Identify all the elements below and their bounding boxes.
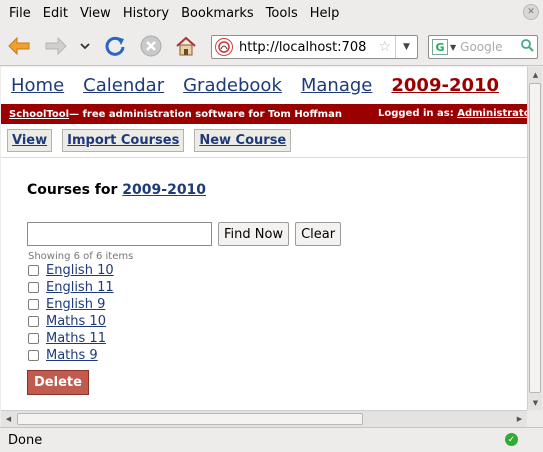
scroll-up-icon[interactable]: ▲ (528, 67, 543, 82)
course-checkbox[interactable] (28, 333, 39, 344)
vertical-scroll-thumb[interactable] (529, 83, 541, 393)
login-user-link[interactable]: Administrator (457, 108, 527, 119)
course-link[interactable]: English 9 (46, 297, 105, 312)
tab-new-course[interactable]: New Course (194, 129, 292, 152)
menu-view[interactable]: View (74, 6, 117, 21)
nav-gradebook[interactable]: Gradebook (183, 75, 282, 96)
header-banner: SchoolTool — free administration softwar… (1, 104, 527, 124)
course-link[interactable]: English 10 (46, 263, 114, 278)
nav-calendar[interactable]: Calendar (83, 75, 164, 96)
horizontal-scrollbar[interactable]: ◀ ▶ (1, 410, 527, 427)
url-dropdown-icon[interactable]: ▼ (395, 36, 417, 58)
results-count: Showing 6 of 6 items (28, 251, 134, 262)
course-checkbox[interactable] (28, 316, 39, 327)
menu-bar: File Edit View History Bookmarks Tools H… (0, 0, 543, 26)
course-link[interactable]: Maths 9 (46, 348, 98, 363)
list-item: English 11 (28, 279, 114, 296)
page-title: Courses for 2009-2010 (27, 182, 507, 198)
back-arrow-icon[interactable] (6, 33, 32, 59)
bookmark-star-icon[interactable]: ☆ (378, 39, 391, 55)
course-link[interactable]: Maths 10 (46, 314, 106, 329)
scroll-right-icon[interactable]: ▶ (512, 411, 527, 427)
main-nav: Home Calendar Gradebook Manage 2009-2010 (1, 67, 527, 103)
chevron-down-icon[interactable] (74, 33, 96, 59)
search-bar[interactable]: G ▼ Google (428, 35, 538, 59)
course-search-input[interactable] (27, 222, 212, 246)
list-item: Maths 10 (28, 313, 114, 330)
login-label: Logged in as: (378, 108, 458, 119)
scroll-down-icon[interactable]: ▼ (528, 395, 543, 410)
list-item: English 10 (28, 262, 114, 279)
horizontal-scroll-thumb[interactable] (17, 413, 363, 425)
reload-icon[interactable] (102, 33, 128, 59)
forward-arrow-icon[interactable] (43, 33, 69, 59)
course-list: English 10 English 11 English 9 Maths 10… (28, 262, 114, 364)
search-magnifier-icon[interactable] (521, 39, 534, 56)
window-close-icon[interactable]: ✕ (523, 4, 539, 20)
course-checkbox[interactable] (28, 299, 39, 310)
list-item: Maths 11 (28, 330, 114, 347)
nav-manage[interactable]: Manage (301, 75, 373, 96)
home-icon[interactable] (173, 33, 199, 59)
search-engine-icon[interactable]: G (432, 39, 448, 55)
clear-button[interactable]: Clear (295, 222, 342, 246)
course-link[interactable]: English 11 (46, 280, 114, 295)
menu-history[interactable]: History (117, 6, 175, 21)
scroll-corner (527, 410, 542, 427)
course-search-row: Find Now Clear (27, 222, 342, 246)
stop-icon[interactable] (138, 33, 164, 59)
course-checkbox[interactable] (28, 350, 39, 361)
login-info: Logged in as: Administrator (378, 108, 527, 119)
status-bar: Done ✓ (0, 427, 543, 452)
search-input[interactable]: Google (460, 40, 502, 54)
page-viewport: Home Calendar Gradebook Manage 2009-2010… (1, 67, 527, 410)
course-checkbox[interactable] (28, 265, 39, 276)
course-checkbox[interactable] (28, 282, 39, 293)
menu-file[interactable]: File (3, 6, 37, 21)
list-item: English 9 (28, 296, 114, 313)
nav-home[interactable]: Home (11, 75, 64, 96)
schoolyear-link[interactable]: 2009-2010 (122, 182, 206, 198)
url-text[interactable]: http://localhost:7080 (239, 40, 367, 55)
vertical-scrollbar[interactable]: ▲ ▼ (527, 67, 542, 410)
site-identity-icon[interactable] (215, 38, 233, 56)
menu-bookmarks[interactable]: Bookmarks (175, 6, 260, 21)
scroll-left-icon[interactable]: ◀ (1, 411, 16, 427)
course-link[interactable]: Maths 11 (46, 331, 106, 346)
menu-tools[interactable]: Tools (260, 6, 304, 21)
search-engine-dropdown-icon[interactable]: ▼ (450, 43, 456, 52)
tab-import-courses[interactable]: Import Courses (62, 129, 185, 152)
nav-schoolyear[interactable]: 2009-2010 (391, 75, 499, 96)
menu-help[interactable]: Help (304, 6, 346, 21)
courses-section: Courses for 2009-2010 Find Now Clear Sho… (27, 182, 507, 395)
app-tagline: — free administration software for Tom H… (69, 108, 342, 120)
list-item: Maths 9 (28, 347, 114, 364)
check-icon: ✓ (505, 433, 518, 446)
url-bar[interactable]: http://localhost:7080 ☆ ▼ (211, 35, 418, 59)
action-tabs: View Import Courses New Course (1, 124, 527, 158)
delete-button[interactable]: Delete (27, 370, 89, 395)
menu-edit[interactable]: Edit (37, 6, 74, 21)
app-name-link[interactable]: SchoolTool (9, 109, 69, 120)
tab-view[interactable]: View (7, 129, 53, 152)
page-title-prefix: Courses for (27, 182, 123, 198)
status-text: Done (8, 432, 43, 448)
find-now-button[interactable]: Find Now (218, 222, 290, 246)
